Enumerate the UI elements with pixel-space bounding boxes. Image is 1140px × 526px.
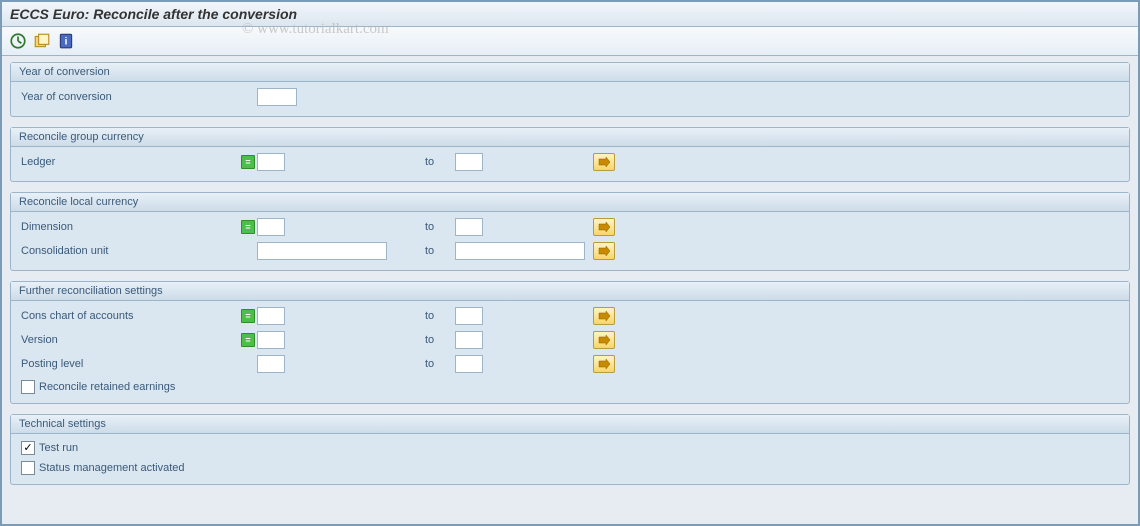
- dimension-label: Dimension: [19, 221, 239, 233]
- app-window: ECCS Euro: Reconcile after the conversio…: [0, 0, 1140, 526]
- group-header: Reconcile group currency: [11, 128, 1129, 147]
- cons-chart-to-input[interactable]: [455, 307, 483, 325]
- equals-icon: =: [241, 155, 255, 169]
- cons-chart-multiple-selection-button[interactable]: [593, 307, 615, 325]
- to-label: to: [425, 221, 455, 233]
- variant-icon[interactable]: [32, 31, 52, 51]
- status-mgmt-checkbox[interactable]: [21, 461, 35, 475]
- content-area: Year of conversion Year of conversion Re…: [2, 56, 1138, 524]
- cons-unit-to-input[interactable]: [455, 242, 585, 260]
- test-run-label: Test run: [39, 442, 78, 454]
- dimension-to-input[interactable]: [455, 218, 483, 236]
- reconcile-retained-checkbox[interactable]: [21, 380, 35, 394]
- posting-level-from-input[interactable]: [257, 355, 285, 373]
- version-multiple-selection-button[interactable]: [593, 331, 615, 349]
- info-icon[interactable]: i: [56, 31, 76, 51]
- dimension-from-input[interactable]: [257, 218, 285, 236]
- posting-level-multiple-selection-button[interactable]: [593, 355, 615, 373]
- version-to-input[interactable]: [455, 331, 483, 349]
- cons-unit-multiple-selection-button[interactable]: [593, 242, 615, 260]
- execute-icon[interactable]: [8, 31, 28, 51]
- ledger-label: Ledger: [19, 156, 239, 168]
- group-header: Reconcile local currency: [11, 193, 1129, 212]
- group-reconcile-group-currency: Reconcile group currency Ledger = to: [10, 127, 1130, 182]
- test-run-checkbox[interactable]: [21, 441, 35, 455]
- group-header: Further reconciliation settings: [11, 282, 1129, 301]
- status-mgmt-label: Status management activated: [39, 462, 185, 474]
- to-label: to: [425, 334, 455, 346]
- to-label: to: [425, 358, 455, 370]
- group-further-reconciliation: Further reconciliation settings Cons cha…: [10, 281, 1130, 404]
- reconcile-retained-label: Reconcile retained earnings: [39, 381, 175, 393]
- to-label: to: [425, 156, 455, 168]
- version-from-input[interactable]: [257, 331, 285, 349]
- to-label: to: [425, 310, 455, 322]
- equals-icon: =: [241, 220, 255, 234]
- toolbar: i © www.tutorialkart.com: [2, 27, 1138, 56]
- svg-text:i: i: [65, 36, 68, 47]
- to-label: to: [425, 245, 455, 257]
- page-title: ECCS Euro: Reconcile after the conversio…: [10, 6, 297, 22]
- group-technical-settings: Technical settings Test run Status manag…: [10, 414, 1130, 485]
- cons-chart-from-input[interactable]: [257, 307, 285, 325]
- year-label: Year of conversion: [19, 91, 239, 103]
- group-year-of-conversion: Year of conversion Year of conversion: [10, 62, 1130, 117]
- posting-level-to-input[interactable]: [455, 355, 483, 373]
- cons-unit-from-input[interactable]: [257, 242, 387, 260]
- ledger-from-input[interactable]: [257, 153, 285, 171]
- posting-level-label: Posting level: [19, 358, 239, 370]
- group-reconcile-local-currency: Reconcile local currency Dimension = to …: [10, 192, 1130, 271]
- dimension-multiple-selection-button[interactable]: [593, 218, 615, 236]
- ledger-to-input[interactable]: [455, 153, 483, 171]
- ledger-multiple-selection-button[interactable]: [593, 153, 615, 171]
- version-label: Version: [19, 334, 239, 346]
- cons-unit-label: Consolidation unit: [19, 245, 239, 257]
- group-header: Year of conversion: [11, 63, 1129, 82]
- group-header: Technical settings: [11, 415, 1129, 434]
- year-input[interactable]: [257, 88, 297, 106]
- equals-icon: =: [241, 333, 255, 347]
- equals-icon: =: [241, 309, 255, 323]
- cons-chart-label: Cons chart of accounts: [19, 310, 239, 322]
- title-bar: ECCS Euro: Reconcile after the conversio…: [2, 2, 1138, 27]
